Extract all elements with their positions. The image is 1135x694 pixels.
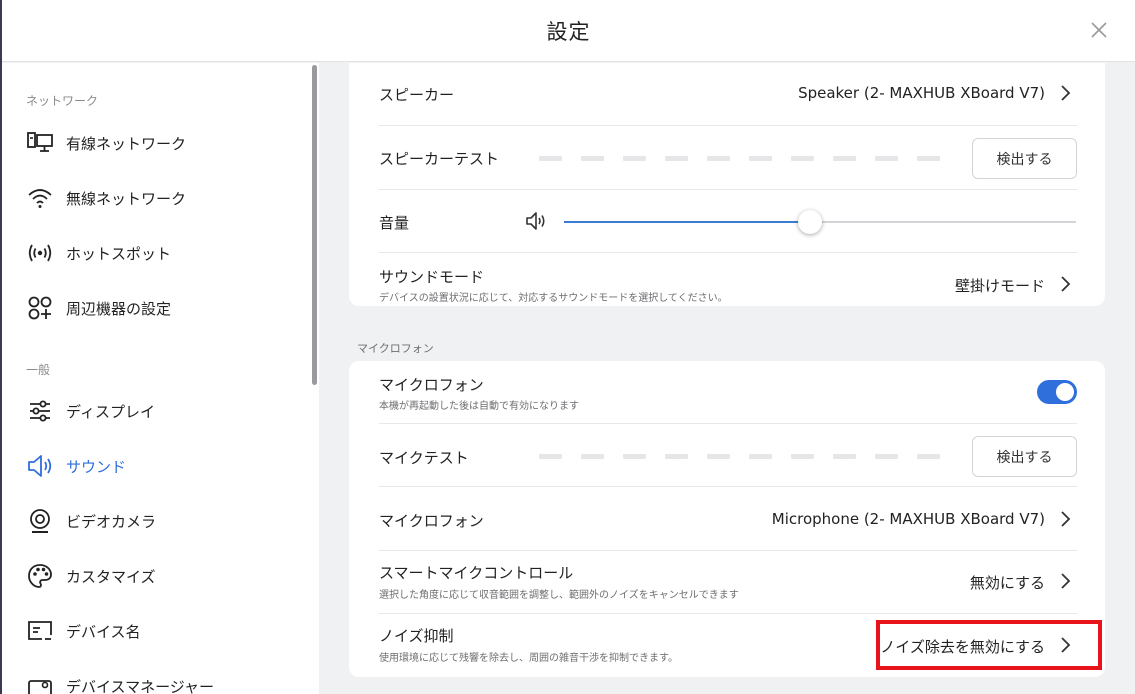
sound-mode-row[interactable]: サウンドモード デバイスの設置状況に応じて、対応するサウンドモードを選択してくだ…: [379, 254, 1077, 306]
noise-suppression-description: 使用環境に応じて残響を除去し、周囲の雑音干渉を抑制できます。: [379, 653, 678, 664]
speaker-icon: [26, 452, 54, 480]
speaker-test-title: スピーカーテスト: [379, 150, 500, 168]
highlight-annotation-box: [876, 620, 1102, 670]
sidebar-item-customize[interactable]: カスタマイズ: [26, 556, 296, 596]
sidebar-item-wired-network[interactable]: 有線ネットワーク: [26, 123, 296, 163]
sidebar-section-network: ネットワーク: [26, 94, 99, 108]
settings-window: 設定 ネットワーク 有線ネットワーク 無線ネットワーク ホットスポット 周辺機器…: [0, 0, 1135, 694]
sidebar-item-label: 周辺機器の設定: [66, 299, 172, 318]
volume-slider[interactable]: [564, 210, 1076, 234]
wifi-icon: [26, 184, 54, 212]
speaker-test-level-meter: [539, 156, 940, 161]
sidebar-item-label: デバイス名: [66, 622, 141, 641]
hotspot-icon: [26, 239, 54, 267]
mic-test-level-meter: [539, 454, 940, 459]
mic-test-row: マイクテスト 検出する: [379, 425, 1077, 487]
smart-mic-control-value: 無効にする: [969, 574, 1045, 592]
device-manager-icon: [26, 672, 54, 694]
device-name-icon: [26, 617, 54, 645]
sidebar-item-label: ホットスポット: [66, 244, 172, 263]
sidebar-item-wireless-network[interactable]: 無線ネットワーク: [26, 178, 296, 218]
close-icon[interactable]: [1089, 20, 1109, 40]
wired-network-icon: [26, 129, 54, 157]
sidebar-item-sound[interactable]: サウンド: [26, 446, 296, 486]
sidebar-item-label: カスタマイズ: [66, 567, 156, 586]
microphone-device-row[interactable]: マイクロフォン Microphone (2- MAXHUB XBoard V7): [379, 488, 1077, 551]
toggle-knob: [1056, 383, 1074, 401]
microphone-toggle[interactable]: [1037, 380, 1077, 404]
volume-row: 音量: [379, 191, 1077, 253]
sound-mode-description: デバイスの設置状況に応じて、対応するサウンドモードを選択してください。: [379, 293, 728, 304]
microphone-toggle-description: 本機が再起動した後は自動で有効になります: [379, 401, 579, 412]
sidebar-scrollbar[interactable]: [312, 65, 317, 385]
microphone-device-title: マイクロフォン: [379, 512, 484, 530]
volume-slider-fill: [564, 221, 810, 223]
speaker-output-row[interactable]: スピーカー Speaker (2- MAXHUB XBoard V7): [379, 63, 1077, 126]
sidebar-item-device-manager[interactable]: デバイスマネージャー: [26, 666, 296, 694]
microphone-toggle-row: マイクロフォン 本機が再起動した後は自動で有効になります: [379, 361, 1077, 424]
chevron-right-icon: [1061, 85, 1071, 101]
chevron-right-icon: [1061, 573, 1071, 589]
smart-mic-control-row[interactable]: スマートマイクコントロール 選択した角度に応じて収音範囲を調整し、範囲外のノイズ…: [379, 552, 1077, 614]
sidebar-item-peripherals[interactable]: 周辺機器の設定: [26, 288, 296, 328]
sidebar-item-label: ビデオカメラ: [66, 512, 157, 531]
volume-icon: [526, 212, 545, 230]
sidebar-item-label: 無線ネットワーク: [66, 189, 187, 208]
camera-icon: [26, 507, 54, 535]
sidebar: ネットワーク 有線ネットワーク 無線ネットワーク ホットスポット 周辺機器の設定: [2, 63, 319, 694]
sidebar-item-label: サウンド: [66, 457, 127, 476]
volume-slider-thumb[interactable]: [797, 210, 822, 234]
sidebar-item-video-camera[interactable]: ビデオカメラ: [26, 501, 296, 541]
microphone-group-label: マイクロフォン: [357, 342, 434, 355]
sidebar-item-label: デバイスマネージャー: [66, 677, 215, 694]
mic-detect-button[interactable]: 検出する: [972, 436, 1077, 477]
microphone-device-value: Microphone (2- MAXHUB XBoard V7): [771, 510, 1045, 528]
mic-test-title: マイクテスト: [379, 449, 469, 467]
sidebar-item-device-name[interactable]: デバイス名: [26, 611, 296, 651]
peripherals-icon: [26, 294, 54, 322]
sidebar-section-general: 一般: [26, 363, 51, 377]
noise-suppression-title: ノイズ抑制: [379, 627, 454, 645]
title-bar: 設定: [2, 0, 1135, 62]
sidebar-item-display[interactable]: ディスプレイ: [26, 391, 296, 431]
chevron-right-icon: [1061, 511, 1071, 527]
speaker-card: スピーカー Speaker (2- MAXHUB XBoard V7) スピーカ…: [349, 63, 1105, 306]
speaker-test-row: スピーカーテスト 検出する: [379, 127, 1077, 190]
sound-mode-value: 壁掛けモード: [954, 277, 1045, 295]
display-sliders-icon: [26, 397, 54, 425]
volume-title: 音量: [379, 214, 410, 232]
window-title: 設定: [546, 20, 591, 44]
sound-settings-panel: スピーカー Speaker (2- MAXHUB XBoard V7) スピーカ…: [319, 63, 1135, 694]
microphone-toggle-title: マイクロフォン: [379, 376, 484, 394]
sound-mode-title: サウンドモード: [379, 268, 485, 286]
sidebar-item-label: 有線ネットワーク: [66, 134, 187, 153]
palette-icon: [26, 562, 54, 590]
sidebar-item-hotspot[interactable]: ホットスポット: [26, 233, 296, 273]
speaker-title: スピーカー: [379, 86, 455, 104]
smart-mic-control-description: 選択した角度に応じて収音範囲を調整し、範囲外のノイズをキャンセルできます: [379, 590, 739, 601]
speaker-detect-button[interactable]: 検出する: [972, 138, 1077, 179]
sidebar-item-label: ディスプレイ: [66, 402, 155, 421]
smart-mic-control-title: スマートマイクコントロール: [379, 564, 574, 582]
chevron-right-icon: [1061, 276, 1071, 292]
speaker-value: Speaker (2- MAXHUB XBoard V7): [798, 84, 1045, 102]
